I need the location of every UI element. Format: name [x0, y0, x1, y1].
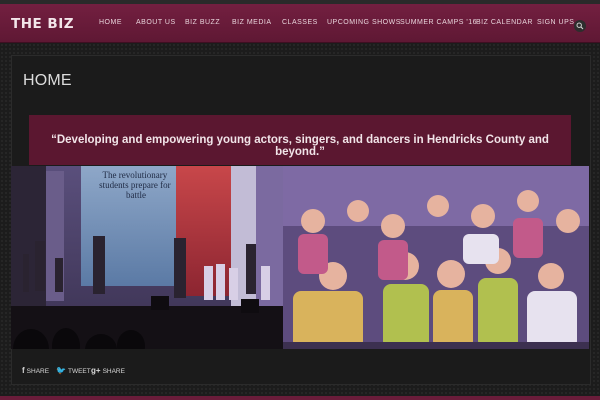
facebook-share-button[interactable]: f SHARE: [22, 366, 49, 375]
search-button[interactable]: [574, 20, 586, 32]
facebook-share-label: SHARE: [26, 368, 50, 375]
tagline-banner: “Developing and empowering young actors,…: [29, 115, 571, 165]
google-plus-icon: g+: [91, 366, 101, 375]
page-title: HOME: [23, 72, 72, 89]
site-logo[interactable]: THE BIZ: [11, 16, 74, 32]
facebook-icon: f: [22, 366, 25, 375]
nav-home[interactable]: HOME: [99, 19, 122, 26]
site-header: THE BIZ HOME ABOUT US BIZ BUZZ BIZ MEDIA…: [0, 4, 600, 43]
stage-performance-photo: The revolutionary students prepare for b…: [11, 166, 283, 349]
nav-upcoming-shows[interactable]: UPCOMING SHOWS: [327, 19, 401, 26]
tagline-text: “Developing and empowering young actors,…: [51, 134, 549, 158]
site-footer: [0, 396, 600, 400]
search-icon: [576, 22, 584, 30]
nav-about-us[interactable]: ABOUT US: [136, 19, 176, 26]
nav-sign-ups[interactable]: SIGN UPS: [537, 19, 574, 26]
google-plus-share-button[interactable]: g+ SHARE: [91, 366, 125, 375]
nav-biz-calendar[interactable]: BIZ CALENDAR: [476, 19, 533, 26]
nav-summer-camps[interactable]: SUMMER CAMPS '16: [400, 19, 477, 26]
twitter-icon: 🐦: [56, 366, 66, 375]
twitter-share-label: TWEET: [67, 368, 91, 375]
nav-classes[interactable]: CLASSES: [282, 19, 318, 26]
cast-photo: [283, 166, 589, 349]
nav-biz-media[interactable]: BIZ MEDIA: [232, 19, 272, 26]
twitter-share-button[interactable]: 🐦 TWEET: [56, 366, 91, 375]
nav-biz-buzz[interactable]: BIZ BUZZ: [185, 19, 220, 26]
google-plus-share-label: SHARE: [102, 368, 125, 375]
